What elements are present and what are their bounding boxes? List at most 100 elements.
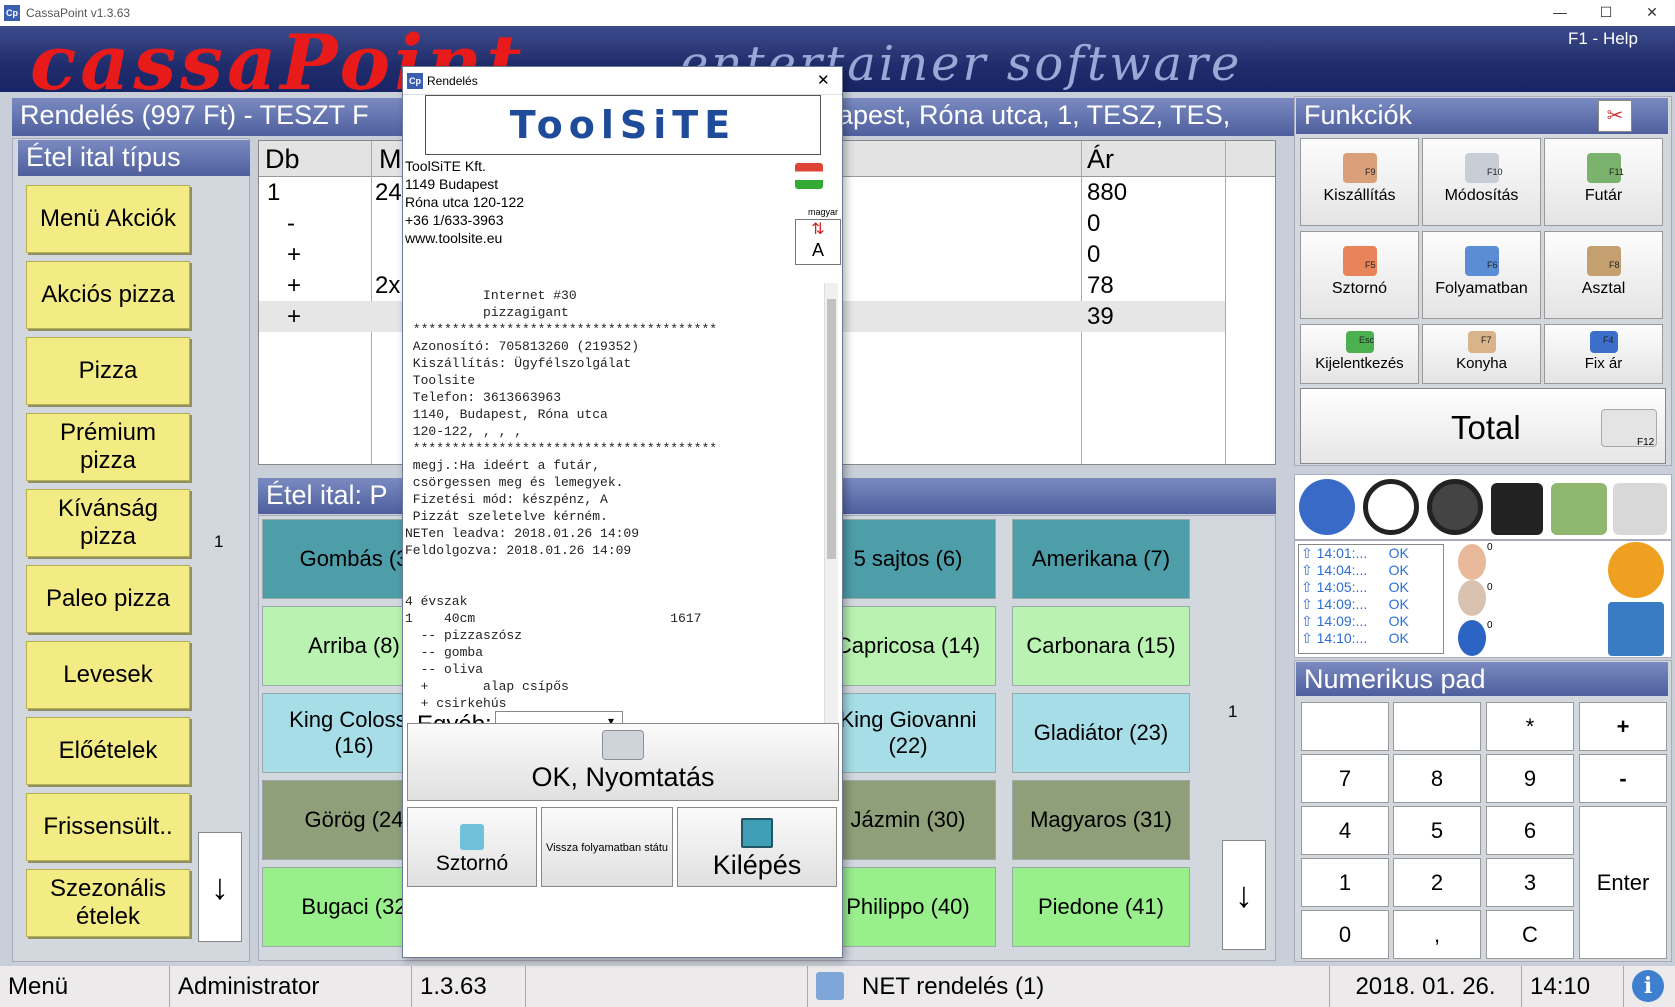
help-link[interactable]: F1 - Help [1568,29,1638,49]
numpad-display-2[interactable] [1393,702,1481,751]
log-entry[interactable]: ⇧ 14:01:... OK [1299,545,1443,562]
cell-m: 2x [375,272,401,299]
exit-button[interactable]: Kilépés [677,807,837,887]
tools-icon[interactable]: ✂ [1598,100,1632,132]
category-levesek[interactable]: Levesek [26,641,190,709]
numpad-key-3[interactable]: 3 [1486,858,1574,907]
web-order-icon[interactable] [1608,602,1664,656]
status-menu[interactable]: Menü [0,966,170,1007]
ok-print-button[interactable]: OK, Nyomtatás [407,723,839,801]
item-label: Arriba (8) [308,633,400,658]
numpad-key-6[interactable]: 6 [1486,806,1574,855]
category-scroll-down-button[interactable]: ↓ [198,832,242,942]
storno-label: Sztornó [435,852,509,875]
item-carbonara-15[interactable]: Carbonara (15) [1012,606,1190,686]
category-eloetelek[interactable]: Előételek [26,717,190,785]
log-entry[interactable]: ⇧ 14:10:... OK [1299,630,1443,647]
numpad-key-1[interactable]: 1 [1301,858,1389,907]
numpad-key-comma[interactable]: , [1393,910,1481,959]
numpad-key-clear[interactable]: C [1486,910,1574,959]
numpad-key-9[interactable]: 9 [1486,754,1574,803]
item-amerikana-7[interactable]: Amerikana (7) [1012,519,1190,599]
minimize-button[interactable]: — [1537,0,1583,26]
fix-ar-button[interactable]: F4 Fix ár [1544,324,1663,384]
folyamatban-button[interactable]: F6 Folyamatban [1422,231,1541,319]
item-gladiator-23[interactable]: Gladiátor (23) [1012,693,1190,773]
kijelentkezes-button[interactable]: Esc Kijelentkezés [1300,324,1419,384]
map-pin-icon[interactable] [1613,483,1667,535]
numpad-key-multiply[interactable]: * [1486,702,1574,751]
delivery-man-icon[interactable] [1551,483,1607,535]
lock-burger-icon[interactable] [1491,483,1543,535]
man-avatar-icon[interactable] [1458,580,1486,616]
item-magyaros-31[interactable]: Magyaros (31) [1012,780,1190,860]
numpad-key-5[interactable]: 5 [1393,806,1481,855]
category-szezonalis[interactable]: Szezonális ételek [26,869,190,937]
item-capricosa-14[interactable]: Capricosa (14) [820,606,996,686]
numpad-key-4[interactable]: 4 [1301,806,1389,855]
total-button[interactable]: Total F12 [1300,388,1666,464]
item-jazmin-30[interactable]: Jázmin (30) [820,780,996,860]
konyha-button[interactable]: F7 Konyha [1422,324,1541,384]
maximize-button[interactable]: ☐ [1583,0,1629,26]
log-list[interactable]: ⇧ 14:01:... OK ⇧ 14:04:... OK ⇧ 14:05:... OK ⇧… [1298,544,1444,654]
items-scroll-down-button[interactable]: ↓ [1222,840,1266,950]
storno-button[interactable]: Sztornó [407,807,537,887]
receipt-scrollbar[interactable] [824,283,838,783]
numpad-key-0[interactable]: 0 [1301,910,1389,959]
order-address: apest, Róna utca, 1, TESZ, TES, [838,100,1231,130]
col-m: M [379,144,402,174]
language-switch-button[interactable]: ⇅ A [795,219,841,265]
item-label: Jázmin (30) [850,807,966,832]
category-frissensult[interactable]: Frissensült.. [26,793,190,861]
chat-support-icon[interactable] [1299,479,1355,535]
item-piedone-41[interactable]: Piedone (41) [1012,867,1190,947]
hungarian-flag-icon[interactable] [795,163,823,189]
modositas-button[interactable]: F10 Módosítás [1422,138,1541,226]
numpad-key-2[interactable]: 2 [1393,858,1481,907]
kiszallitas-button[interactable]: F9 Kiszállítás [1300,138,1419,226]
item-label: Amerikana (7) [1031,546,1171,571]
numpad-key-7[interactable]: 7 [1301,754,1389,803]
whisk-icon[interactable] [1427,479,1483,535]
item-philippo-40[interactable]: Philippo (40) [820,867,996,947]
log-entry[interactable]: ⇧ 14:05:... OK [1299,579,1443,596]
asztal-button[interactable]: F8 Asztal [1544,231,1663,319]
log-entry[interactable]: ⇧ 14:09:... OK [1299,596,1443,613]
numpad-key-enter[interactable]: Enter [1579,806,1667,959]
function-label: Fix ár [1584,355,1623,372]
numpad-key-8[interactable]: 8 [1393,754,1481,803]
status-net-orders[interactable]: NET rendelés (1) [808,966,1330,1007]
category-pizza[interactable]: Pizza [26,337,190,405]
sztorno-button[interactable]: F5 Sztornó [1300,231,1419,319]
numpad-display-1[interactable] [1301,702,1389,751]
futar-button[interactable]: F11 Futár [1544,138,1663,226]
category-kivansag-pizza[interactable]: Kívánság pizza [26,489,190,557]
log-status: OK [1388,579,1409,595]
back-to-progress-button[interactable]: Vissza folyamatban státu [541,807,673,887]
close-window-button[interactable]: ✕ [1629,0,1675,26]
receipt-scroll-thumb[interactable] [827,299,836,559]
dialog-close-button[interactable]: ✕ [817,71,830,89]
log-time: 14:10:... [1316,630,1368,646]
company-phone: +36 1/633-3963 [405,212,504,228]
up-arrow-icon: ⇧ [1301,545,1317,561]
category-paleo-pizza[interactable]: Paleo pizza [26,565,190,633]
info-icon[interactable]: i [1632,970,1664,1002]
log-entry[interactable]: ⇧ 14:09:... OK [1299,613,1443,630]
numpad-key-plus[interactable]: + [1579,702,1667,751]
recycle-bin-icon [460,824,484,850]
category-menu-akciok[interactable]: Menü Akciók [26,185,190,253]
category-premium-pizza[interactable]: Prémium pizza [26,413,190,481]
item-5-sajtos-6[interactable]: 5 sajtos (6) [820,519,996,599]
woman-avatar-icon[interactable] [1458,544,1486,580]
gear-alert-icon[interactable] [1608,542,1664,598]
status-icon-row [1294,474,1672,540]
category-akcios-pizza[interactable]: Akciós pizza [26,261,190,329]
order-scrollbar[interactable] [1268,140,1278,460]
numpad-key-minus[interactable]: - [1579,754,1667,803]
item-king-giovanni-22[interactable]: King Giovanni (22) [820,693,996,773]
log-entry[interactable]: ⇧ 14:04:... OK [1299,562,1443,579]
cutlery-icon[interactable] [1458,620,1486,656]
alarm-clock-icon[interactable] [1363,479,1419,535]
